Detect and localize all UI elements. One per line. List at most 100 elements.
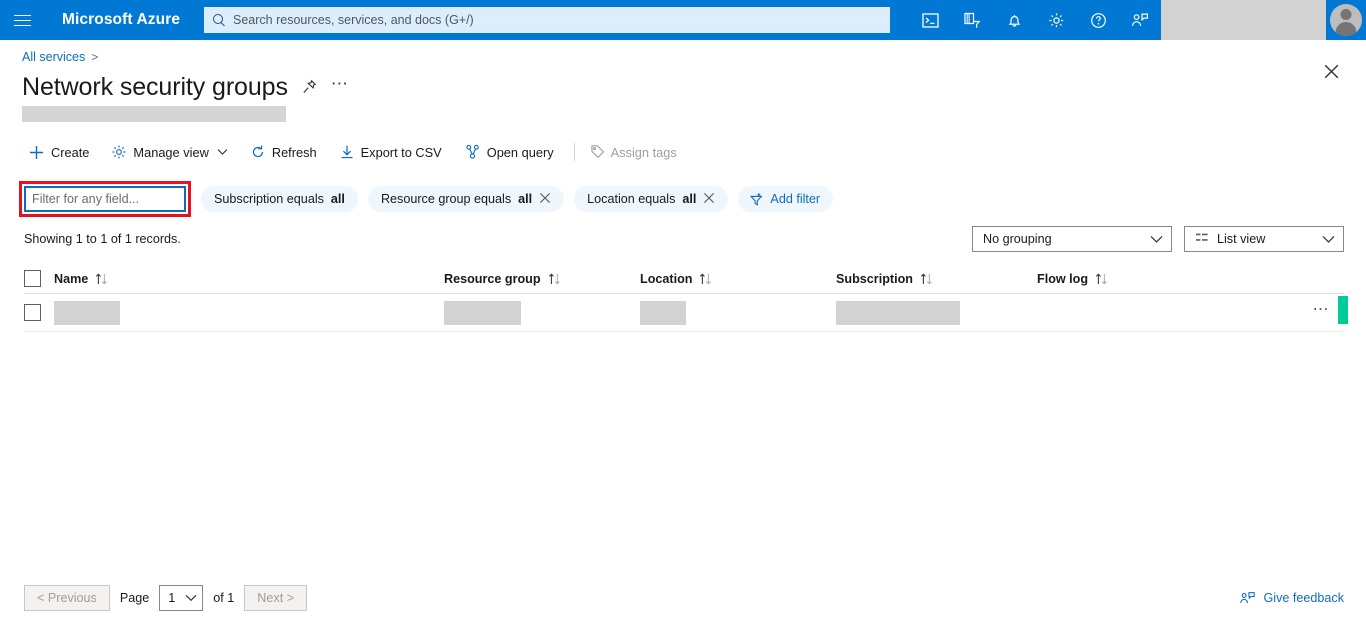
cell-resource-group-redacted — [444, 300, 521, 325]
records-count-text: Showing 1 to 1 of 1 records. — [24, 232, 181, 246]
chevron-down-icon — [217, 149, 228, 155]
cloud-shell-icon[interactable] — [909, 0, 951, 40]
refresh-button[interactable]: Refresh — [246, 140, 327, 164]
column-subscription[interactable]: Subscription — [836, 272, 1037, 286]
results-summary-row: Showing 1 to 1 of 1 records. No grouping… — [24, 226, 1344, 252]
more-ellipsis-icon[interactable]: ⋯ — [331, 75, 349, 95]
table-row[interactable] — [24, 294, 1344, 332]
refresh-button-label: Refresh — [271, 144, 317, 160]
list-view-icon — [1195, 232, 1210, 246]
filter-pill-subscription[interactable]: Subscription equals all — [201, 186, 358, 212]
add-filter-button[interactable]: Add filter — [738, 186, 834, 212]
page-number-value: 1 — [168, 591, 176, 605]
page-title: Network security groups — [22, 73, 288, 101]
help-question-icon[interactable] — [1077, 0, 1119, 40]
column-subscription-label: Subscription — [836, 271, 913, 286]
filter-pill-location-remove-icon[interactable] — [703, 192, 715, 206]
select-all-checkbox-cell — [24, 270, 54, 287]
account-info-redacted — [1161, 0, 1326, 40]
breadcrumb: All services > — [0, 40, 1366, 64]
table-header-row: Name Resource group Location Subscriptio… — [24, 264, 1344, 294]
sort-icon — [1095, 273, 1107, 284]
feedback-person-icon[interactable] — [1119, 0, 1161, 40]
give-feedback-label: Give feedback — [1263, 591, 1344, 605]
command-bar-divider — [573, 143, 575, 161]
column-name-label: Name — [54, 271, 89, 286]
filter-pill-location[interactable]: Location equals all — [574, 186, 729, 212]
top-bar-icon-group — [909, 0, 1366, 40]
filter-pill-resource-group[interactable]: Resource group equals all — [367, 186, 565, 212]
next-page-button: Next > — [244, 585, 308, 611]
add-filter-icon — [750, 192, 764, 206]
resources-table: Name Resource group Location Subscriptio… — [24, 264, 1348, 332]
breadcrumb-item-all-services[interactable]: All services — [22, 50, 85, 64]
give-feedback-link[interactable]: Give feedback — [1239, 591, 1344, 606]
add-filter-label: Add filter — [770, 192, 821, 206]
row-context-menu-icon[interactable]: ⋯ — [1313, 302, 1331, 318]
page-label: Page — [119, 591, 150, 605]
view-select[interactable]: List view — [1184, 226, 1344, 252]
settings-gear-icon[interactable] — [1035, 0, 1077, 40]
sort-icon — [700, 273, 712, 284]
select-all-checkbox[interactable] — [24, 270, 41, 287]
pagination-controls: < Previous Page 1 of 1 Next > — [24, 585, 308, 611]
cursor-highlight-marker — [1338, 296, 1348, 324]
export-csv-button[interactable]: Export to CSV — [335, 140, 452, 164]
filter-for-any-field-input[interactable]: Filter for any field... — [24, 186, 186, 212]
cell-location — [640, 300, 836, 325]
column-resource-group[interactable]: Resource group — [444, 272, 640, 286]
create-button[interactable]: Create — [24, 140, 99, 165]
row-checkbox[interactable] — [24, 304, 41, 321]
view-select-value: List view — [1217, 232, 1266, 246]
table-footer: < Previous Page 1 of 1 Next > Give feedb… — [0, 585, 1366, 611]
grouping-select[interactable]: No grouping — [972, 226, 1172, 252]
page-total-label: of 1 — [213, 591, 235, 605]
network-security-groups-blade: All services > Network security groups ⋯… — [0, 40, 1366, 625]
page-number-select[interactable]: 1 — [159, 585, 204, 611]
avatar — [1330, 4, 1362, 36]
hamburger-menu-icon[interactable] — [0, 0, 44, 40]
filter-pill-resource-group-prefix: Resource group equals — [380, 192, 512, 206]
filter-pill-location-value: all — [682, 192, 697, 206]
user-account-button[interactable] — [1326, 0, 1366, 40]
chevron-down-icon — [1322, 235, 1335, 243]
export-csv-button-label: Export to CSV — [360, 144, 442, 160]
column-location[interactable]: Location — [640, 272, 836, 286]
close-icon[interactable] — [1318, 58, 1344, 84]
page-header: Network security groups ⋯ — [0, 64, 1366, 104]
assign-tags-button-label: Assign tags — [610, 144, 677, 160]
chevron-down-icon — [1150, 235, 1163, 243]
cell-subscription-redacted — [836, 300, 960, 325]
cell-resource-group — [444, 300, 640, 325]
column-flow-log-label: Flow log — [1037, 271, 1089, 286]
subtitle-redacted — [22, 106, 286, 122]
filter-input-placeholder: Filter for any field... — [32, 192, 140, 206]
filter-pill-subscription-value: all — [330, 192, 345, 206]
notifications-bell-icon[interactable] — [993, 0, 1035, 40]
pin-icon[interactable] — [302, 79, 317, 95]
sort-icon — [920, 273, 932, 284]
manage-view-button-label: Manage view — [133, 144, 209, 160]
directories-subscriptions-icon[interactable] — [951, 0, 993, 40]
create-button-label: Create — [51, 144, 90, 160]
global-search-input[interactable]: Search resources, services, and docs (G+… — [204, 7, 890, 33]
column-flow-log[interactable]: Flow log — [1037, 272, 1237, 286]
filter-pill-subscription-prefix: Subscription equals — [214, 192, 324, 206]
filter-pill-resource-group-remove-icon[interactable] — [539, 192, 551, 206]
search-icon — [212, 13, 227, 28]
previous-page-button: < Previous — [24, 585, 110, 611]
command-bar: Create Manage view Refresh Export to CSV… — [24, 136, 1366, 168]
sort-icon — [548, 273, 560, 284]
cell-location-redacted — [640, 300, 686, 325]
azure-top-navigation-bar: Microsoft Azure Search resources, servic… — [0, 0, 1366, 40]
cell-subscription — [836, 300, 1037, 325]
cell-name-redacted — [54, 300, 120, 325]
filter-bar: Filter for any field... Subscription equ… — [19, 181, 1366, 217]
cell-name[interactable] — [54, 300, 444, 325]
feedback-person-icon — [1240, 591, 1256, 603]
column-name[interactable]: Name — [54, 272, 444, 286]
azure-brand-link[interactable]: Microsoft Azure — [62, 11, 180, 29]
manage-view-button[interactable]: Manage view — [107, 140, 237, 164]
assign-tags-button: Assign tags — [585, 140, 687, 164]
open-query-button[interactable]: Open query — [460, 140, 564, 164]
